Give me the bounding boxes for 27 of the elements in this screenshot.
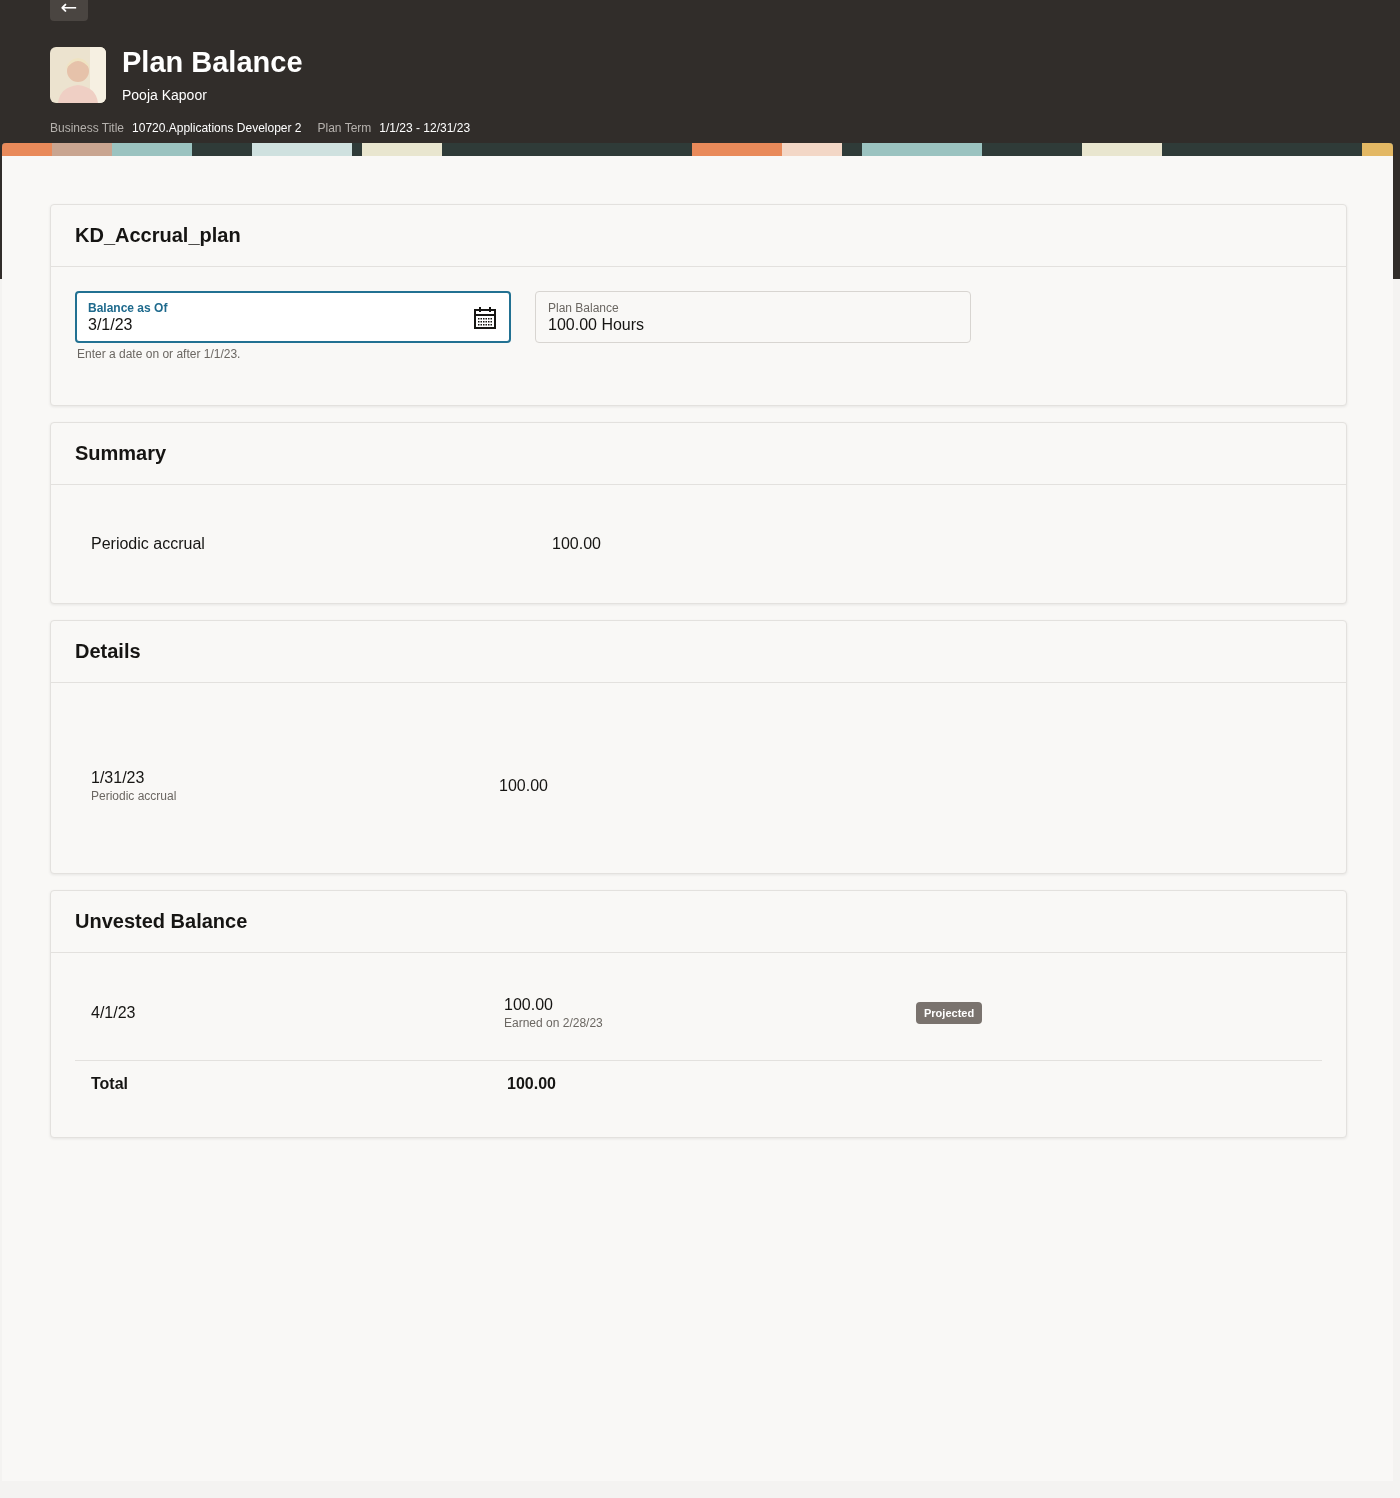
page-title: Plan Balance <box>122 46 303 79</box>
row-type: Periodic accrual <box>91 789 178 803</box>
date-input[interactable]: 3/1/23 <box>88 316 448 334</box>
fact-value: 1/1/23 - 12/31/23 <box>379 121 471 135</box>
card-title: KD_Accrual_plan <box>51 205 1346 267</box>
row-label: Periodic accrual <box>91 535 206 553</box>
card-title: Unvested Balance <box>51 891 1346 953</box>
row-date: 4/1/23 <box>91 1004 137 1022</box>
card-title: Summary <box>51 423 1346 485</box>
back-button[interactable]: ← <box>50 0 88 21</box>
row-value: 100.00 <box>552 535 602 553</box>
calendar-icon[interactable] <box>473 306 497 330</box>
row-value: 100.00 <box>504 996 554 1014</box>
fact-value: 10720.Applications Developer 2 <box>132 121 302 135</box>
status-badge: Projected <box>916 1002 983 1024</box>
row-value: 100.00 <box>499 777 549 795</box>
date-field[interactable]: Balance as Of 3/1/23 <box>75 291 511 343</box>
fact-label: Business Title <box>50 121 125 135</box>
fact-label: Plan Term <box>317 121 372 135</box>
total-value: 100.00 <box>507 1075 557 1093</box>
field-hint: Enter a date on or after 1/1/23. <box>77 347 242 361</box>
total-label: Total <box>91 1075 130 1093</box>
row-date: 1/31/23 <box>91 769 146 787</box>
row-note: Earned on 2/28/23 <box>504 1016 604 1030</box>
person-name: Pooja Kapoor <box>122 87 208 103</box>
plan-balance-field: Plan Balance 100.00 Hours <box>535 291 971 343</box>
card-title: Details <box>51 621 1346 683</box>
